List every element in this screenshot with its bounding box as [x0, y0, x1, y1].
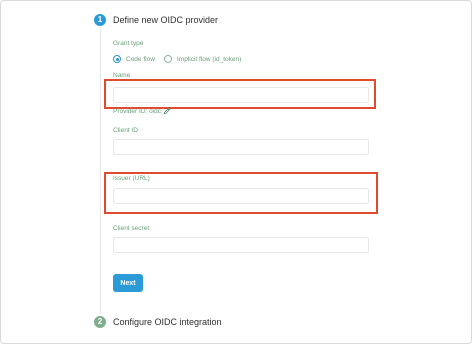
- client-secret-input[interactable]: [113, 237, 369, 253]
- code-flow-radio[interactable]: [113, 55, 121, 63]
- edit-pencil-icon[interactable]: [163, 107, 171, 115]
- name-label: Name: [113, 72, 131, 79]
- implicit-flow-label: Implicit flow (id_token): [177, 56, 242, 63]
- step-1-badge: 1: [94, 14, 106, 26]
- code-flow-label: Code flow: [126, 56, 155, 63]
- step-2-badge: 2: [94, 316, 106, 328]
- issuer-input[interactable]: [113, 188, 369, 204]
- next-button[interactable]: Next: [113, 274, 143, 292]
- client-id-input[interactable]: [113, 139, 369, 155]
- grant-type-label: Grant type: [113, 40, 144, 47]
- implicit-flow-radio[interactable]: [164, 55, 172, 63]
- client-secret-label: Client secret: [113, 225, 150, 232]
- step-1-title: Define new OIDC provider: [113, 15, 219, 25]
- issuer-label: Issuer (URL): [113, 175, 150, 182]
- dialog-frame: [0, 0, 472, 344]
- provider-id-text: Provider ID: oidc: [113, 108, 162, 115]
- client-id-label: Client ID: [113, 127, 138, 134]
- step-2-title[interactable]: Configure OIDC integration: [113, 317, 222, 327]
- name-input[interactable]: [113, 87, 369, 103]
- step-connector-line: [100, 30, 101, 314]
